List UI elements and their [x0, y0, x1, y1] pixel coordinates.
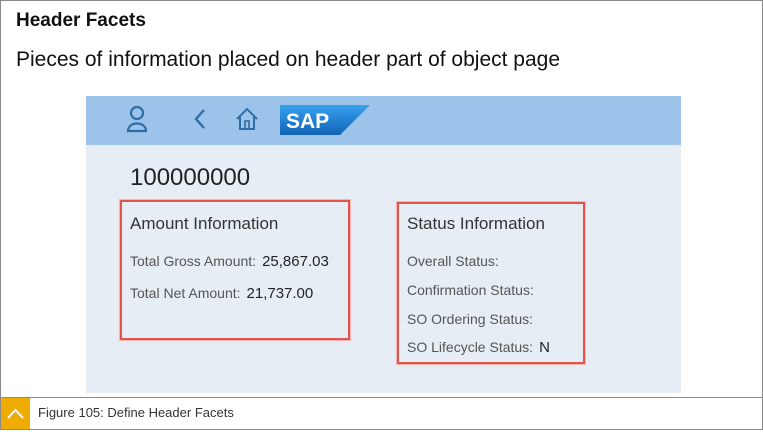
- so-ordering-status-row: SO Ordering Status:: [407, 311, 539, 328]
- slide-subheading: Pieces of information placed on header p…: [16, 48, 561, 71]
- back-icon[interactable]: [192, 104, 208, 134]
- figure-caption: Figure 105: Define Header Facets: [38, 405, 234, 420]
- object-id: 100000000: [130, 164, 251, 191]
- chevron-up-icon[interactable]: [1, 398, 30, 429]
- object-page-screenshot: SAP 100000000 Amount Information Total G…: [86, 96, 681, 393]
- field-label: Total Net Amount:: [130, 285, 241, 301]
- field-value: N: [539, 339, 550, 356]
- overall-status-row: Overall Status:: [407, 253, 505, 270]
- sap-logo[interactable]: SAP: [280, 105, 370, 135]
- person-icon[interactable]: [126, 104, 148, 134]
- home-icon[interactable]: [234, 104, 260, 134]
- field-label: SO Lifecycle Status:: [407, 339, 534, 355]
- field-label: Total Gross Amount:: [130, 253, 257, 269]
- total-gross-amount-row: Total Gross Amount: 25,867.03: [130, 253, 329, 270]
- field-value: 25,867.03: [262, 253, 329, 270]
- facet-title: Amount Information: [130, 214, 279, 233]
- total-net-amount-row: Total Net Amount: 21,737.00: [130, 285, 313, 302]
- facet-title: Status Information: [407, 214, 545, 233]
- confirmation-status-row: Confirmation Status:: [407, 282, 540, 299]
- status-information-facet: Status Information Overall Status: Confi…: [397, 202, 585, 364]
- field-label: Confirmation Status:: [407, 282, 534, 298]
- field-label: SO Ordering Status:: [407, 311, 534, 327]
- footer-divider: [0, 397, 763, 398]
- field-label: Overall Status:: [407, 253, 499, 269]
- amount-information-facet: Amount Information Total Gross Amount: 25…: [120, 200, 350, 340]
- so-lifecycle-status-row: SO Lifecycle Status: N: [407, 339, 550, 356]
- sap-logo-text: SAP: [286, 110, 329, 133]
- slide-heading: Header Facets: [16, 10, 146, 31]
- field-value: 21,737.00: [246, 285, 314, 302]
- shell-bar: SAP: [86, 96, 681, 145]
